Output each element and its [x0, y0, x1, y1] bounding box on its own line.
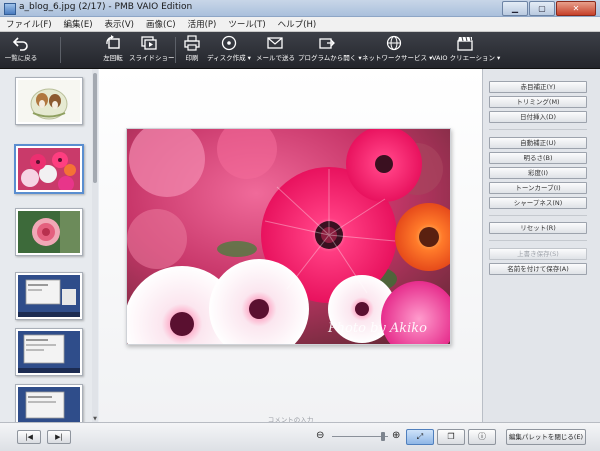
rotate-left-label: 左回転 [103, 54, 123, 62]
slideshow-label: スライドショー [129, 54, 175, 62]
thumbnail-2-selected[interactable] [14, 144, 84, 194]
slideshow-button[interactable]: スライドショー [129, 35, 175, 66]
vaio-creation-label: VAIO クリエーション ▾ [432, 54, 501, 62]
overwrite-save-button[interactable]: 上書き保存(S) [489, 248, 587, 260]
menu-bar: ファイル(F) 編集(E) 表示(V) 画像(C) 活用(P) ツール(T) ヘ… [0, 17, 600, 32]
edit-palette: 赤目補正(Y) トリミング(M) 日付挿入(D) 自動補正(U) 明るさ(B) … [482, 69, 600, 422]
dogs-thumbnail-image [18, 80, 80, 122]
maximize-button[interactable]: ▢ [529, 1, 555, 16]
last-image-button[interactable]: ▶| [47, 430, 71, 444]
slideshow-icon [141, 36, 157, 50]
toolbar-separator [60, 37, 61, 63]
back-to-list-label: 一覧に戻る [4, 54, 38, 62]
thumbnail-3[interactable] [15, 208, 83, 256]
fit-to-window-button[interactable]: ⤢ [406, 429, 434, 445]
bottom-bar: |◀ ▶| ⊖ ⊕ ⤢ ❐ ⓘ 編集パレットを閉じる(E) [0, 422, 600, 451]
printer-icon [184, 35, 200, 51]
close-icon: ✕ [572, 3, 580, 13]
send-mail-button[interactable]: メールで送る [256, 35, 295, 66]
first-image-button[interactable]: |◀ [17, 430, 41, 444]
skip-back-icon: |◀ [25, 433, 33, 441]
menu-image[interactable]: 画像(C) [140, 18, 182, 30]
app-icon [4, 3, 16, 15]
open-with-program-button[interactable]: プログラムから開く ▾ [298, 35, 362, 66]
auto-correct-button[interactable]: 自動補正(U) [489, 137, 587, 149]
image-viewer: Photo by Akiko コメントの入力 [99, 69, 482, 424]
photo-watermark: Photo by Akiko [327, 321, 427, 336]
globe-icon [386, 35, 402, 51]
disc-icon [221, 35, 237, 51]
menu-help[interactable]: ヘルプ(H) [272, 18, 323, 30]
panel-separator [489, 129, 587, 130]
tone-curve-button[interactable]: トーンカーブ(I) [489, 182, 587, 194]
main-photo: Photo by Akiko [126, 128, 451, 345]
maximize-icon: ▢ [538, 3, 546, 13]
rose-thumbnail-image [18, 211, 80, 253]
thumbnail-6[interactable] [15, 384, 83, 422]
vaio-creation-button[interactable]: VAIO クリエーション ▾ [432, 35, 501, 66]
print-button[interactable]: 印刷 [180, 35, 204, 66]
skip-forward-icon: ▶| [55, 433, 63, 441]
menu-tools[interactable]: ツール(T) [222, 18, 271, 30]
screenshot-thumbnail-image [18, 275, 80, 317]
brightness-button[interactable]: 明るさ(B) [489, 152, 587, 164]
thumbnail-5[interactable] [15, 328, 83, 376]
create-disc-label: ディスク作成 ▾ [207, 54, 251, 62]
panel-separator [489, 215, 587, 216]
saturation-button[interactable]: 彩度(I) [489, 167, 587, 179]
sharpness-button[interactable]: シャープネス(N) [489, 197, 587, 209]
info-icon: ⓘ [478, 432, 486, 441]
minimize-icon: ▁ [511, 3, 519, 13]
rotate-left-icon [106, 35, 120, 49]
panel-separator [489, 240, 587, 241]
reset-button[interactable]: リセット(R) [489, 222, 587, 234]
menu-view[interactable]: 表示(V) [99, 18, 140, 30]
compare-icon: ❐ [447, 432, 455, 441]
open-with-icon [319, 38, 335, 49]
zoom-slider[interactable] [332, 436, 388, 437]
back-to-list-button[interactable]: 一覧に戻る [4, 35, 38, 66]
fit-screen-icon: ⤢ [416, 432, 424, 441]
back-arrow-icon [12, 37, 28, 51]
create-disc-button[interactable]: ディスク作成 ▾ [207, 35, 251, 66]
zoom-in-icon[interactable]: ⊕ [392, 431, 402, 441]
window-title: a_blog_6.jpg (2/17) - PMB VAIO Edition [19, 2, 193, 12]
clapperboard-icon [457, 36, 473, 51]
menu-use[interactable]: 活用(P) [182, 18, 223, 30]
menu-edit[interactable]: 編集(E) [58, 18, 99, 30]
trimming-button[interactable]: トリミング(M) [489, 96, 587, 108]
thumbnail-list[interactable] [0, 69, 93, 422]
close-edit-palette-button[interactable]: 編集パレットを閉じる(E) [506, 429, 586, 445]
rotate-left-button[interactable]: 左回転 [98, 35, 128, 66]
print-label: 印刷 [185, 54, 199, 62]
menu-file[interactable]: ファイル(F) [0, 18, 58, 30]
toolbar-separator [175, 37, 176, 63]
mail-icon [267, 37, 283, 49]
zoom-slider-knob[interactable] [381, 432, 385, 441]
compare-view-button[interactable]: ❐ [437, 429, 465, 445]
network-service-label: ネットワークサービス ▾ [362, 54, 433, 62]
network-service-button[interactable]: ネットワークサービス ▾ [362, 35, 433, 66]
thumbnail-1[interactable] [15, 77, 83, 125]
minimize-button[interactable]: ▁ [502, 1, 528, 16]
thumbnail-scrollbar[interactable]: ▼ [92, 69, 98, 422]
toolbar: 一覧に戻る 左回転 スライドショー 印刷 ディスク作成 ▾ メールで送る プログ… [0, 32, 600, 69]
date-insert-button[interactable]: 日付挿入(D) [489, 111, 587, 123]
send-mail-label: メールで送る [256, 54, 295, 62]
screenshot-thumbnail-image [18, 331, 80, 373]
flowers-photo-image: Photo by Akiko [127, 129, 450, 344]
red-eye-button[interactable]: 赤目補正(Y) [489, 81, 587, 93]
window-controls: ▁ ▢ ✕ [501, 1, 596, 16]
scrollbar-thumb[interactable] [93, 73, 97, 183]
save-as-button[interactable]: 名前を付けて保存(A) [489, 263, 587, 275]
flowers-thumbnail-image [18, 148, 80, 190]
title-bar: a_blog_6.jpg (2/17) - PMB VAIO Edition ▁… [0, 0, 600, 17]
open-with-program-label: プログラムから開く ▾ [298, 54, 362, 62]
thumbnail-4[interactable] [15, 272, 83, 320]
screenshot-thumbnail-image [18, 387, 80, 422]
info-button[interactable]: ⓘ [468, 429, 496, 445]
close-button[interactable]: ✕ [556, 1, 596, 16]
zoom-out-icon[interactable]: ⊖ [316, 431, 326, 441]
